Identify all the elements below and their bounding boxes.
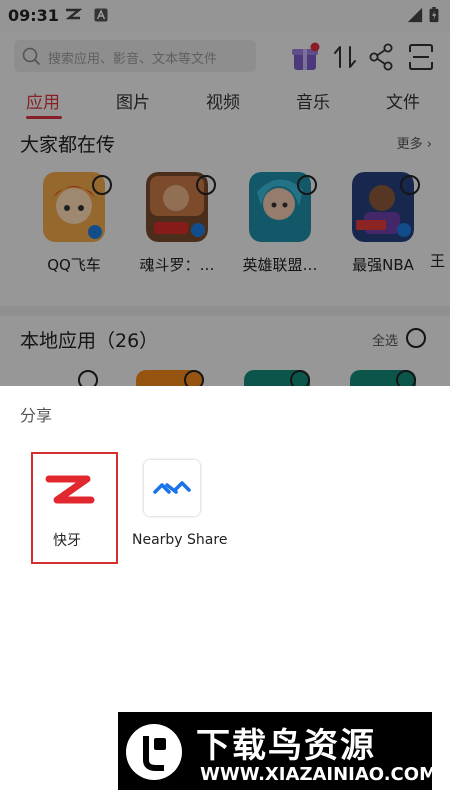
share-target-nearby-share[interactable]: Nearby Share [132, 452, 227, 562]
watermark-banner: 下载鸟资源 WWW.XIAZAINIAO.COM [118, 712, 437, 790]
watermark-title: 下载鸟资源 [196, 726, 376, 766]
watermark-url: WWW.XIAZAINIAO.COM [200, 764, 437, 785]
dim-overlay[interactable] [0, 0, 450, 386]
share-sheet-title: 分享 [20, 406, 53, 425]
share-target-label: 快牙 [53, 533, 81, 549]
share-target-label: Nearby Share [132, 532, 228, 548]
xiazainiao-logo-icon [126, 724, 182, 780]
kuaiya-icon [45, 475, 95, 504]
nearby-share-icon [153, 481, 191, 494]
share-target-kuaiya[interactable]: 快牙 [31, 452, 118, 564]
nearby-share-icon-tile [144, 460, 200, 516]
